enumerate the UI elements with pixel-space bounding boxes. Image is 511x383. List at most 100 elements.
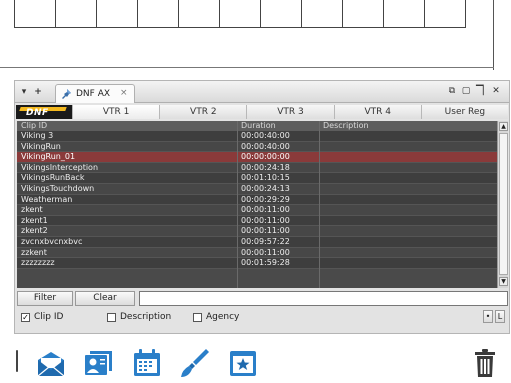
duration-cell: 00:00:11:00	[241, 215, 290, 225]
clip-id-cell: VikingsRunBack	[21, 173, 85, 183]
tab-vtr-2[interactable]: VTR 2	[159, 105, 247, 119]
table-row[interactable]: zkent1 00:00:11:00	[17, 215, 508, 227]
table-row[interactable]: Weatherman 00:00:29:29	[17, 194, 508, 206]
dnf-ax-panel: ▾ + DNF AX × ⧉ ▢ ▔▏ ✕ DNF VTR 1 VTR 2 VT…	[14, 80, 510, 334]
checkbox-box[interactable]: ✓	[21, 312, 30, 322]
brush-icon[interactable]	[178, 346, 212, 380]
column-header-duration[interactable]: Duration	[241, 121, 276, 131]
tab-user-reg[interactable]: User Reg	[420, 105, 509, 119]
filter-input[interactable]	[139, 291, 508, 306]
column-divider	[237, 121, 238, 288]
l-button[interactable]: L	[495, 310, 505, 323]
table-row[interactable]: zvcnxbvcnxbvc 00:09:57:22	[17, 236, 508, 248]
duration-cell: 00:00:40:00	[241, 131, 290, 140]
maximize-window-icon[interactable]: ▢	[461, 86, 471, 96]
people-card-icon[interactable]	[82, 346, 116, 380]
table-row[interactable]: zkent 00:00:11:00	[17, 205, 508, 216]
tab-vtr-4[interactable]: VTR 4	[333, 105, 421, 119]
table-row[interactable]: VikingRun 00:00:40:00	[17, 141, 508, 153]
filter-button[interactable]: Filter	[17, 291, 73, 306]
column-header-description[interactable]: Description	[323, 121, 369, 131]
clip-id-cell: VikingsInterception	[21, 162, 99, 172]
table-row[interactable]: Viking 3 00:00:40:00	[17, 131, 508, 142]
trash-icon[interactable]	[468, 346, 502, 380]
clear-button[interactable]: Clear	[75, 291, 135, 306]
background-divider	[0, 67, 494, 68]
clip-id-cell: VikingsTouchdown	[21, 183, 95, 193]
tab-vtr-1[interactable]: VTR 1	[72, 105, 160, 119]
grid-cell	[138, 0, 179, 27]
pin-icon	[62, 89, 71, 99]
agency-checkbox[interactable]: Agency	[193, 311, 239, 323]
logo-text: DNF	[26, 108, 49, 118]
duration-cell: 00:09:57:22	[241, 236, 290, 246]
duration-cell: 00:00:11:00	[241, 247, 290, 257]
close-window-icon[interactable]: ✕	[491, 86, 501, 96]
duration-cell: 00:00:11:00	[241, 205, 290, 215]
detach-window-icon[interactable]: ⧉	[447, 86, 457, 96]
vertical-scrollbar[interactable]: ▲ ▼	[497, 121, 508, 288]
menu-arrow-icon[interactable]: ▾	[19, 87, 29, 97]
checkbox-label: Clip ID	[34, 312, 64, 322]
table-row[interactable]: VikingsTouchdown 00:00:24:13	[17, 183, 508, 195]
clip-id-cell: Weatherman	[21, 194, 73, 204]
tab-title: DNF AX	[76, 89, 111, 99]
dnf-logo: DNF	[16, 105, 72, 119]
column-header-row: Clip ID Duration Description	[17, 121, 508, 131]
clip-id-cell: zkent2	[21, 226, 48, 236]
scroll-thumb[interactable]	[499, 133, 508, 275]
grid-cell	[15, 0, 56, 27]
clip-id-cell: zzzzzzzz	[21, 258, 55, 268]
table-row[interactable]: zzzzzzzz 00:01:59:28	[17, 258, 508, 269]
grid-cell	[425, 0, 465, 27]
table-row[interactable]: VikingsRunBack 00:01:10:15	[17, 173, 508, 184]
grid-cell	[261, 0, 302, 27]
checkbox-box[interactable]	[107, 312, 116, 322]
tab-close-icon[interactable]: ×	[120, 88, 128, 98]
background-divider	[493, 0, 494, 70]
grid-cell	[384, 0, 425, 27]
filter-row: Filter Clear	[17, 291, 508, 306]
grid-cell	[302, 0, 343, 27]
column-header-clip-id[interactable]: Clip ID	[21, 121, 47, 131]
calendar-icon[interactable]	[130, 346, 164, 380]
panel-tab-bar: ▾ + DNF AX × ⧉ ▢ ▔▏ ✕	[15, 81, 509, 103]
table-row[interactable]: VikingsInterception 00:00:24:18	[17, 162, 508, 174]
duration-cell: 00:00:40:00	[241, 141, 290, 151]
table-row[interactable]: zzkent 00:00:11:00	[17, 247, 508, 259]
description-checkbox[interactable]: Description	[107, 311, 171, 323]
checkbox-label: Description	[120, 312, 172, 322]
grid-cell	[220, 0, 261, 27]
clip-id-cell: Viking 3	[21, 131, 54, 140]
add-tab-button[interactable]: +	[33, 87, 43, 97]
duration-cell: 00:00:29:29	[241, 194, 290, 204]
table-row[interactable]: zkent2 00:00:11:00	[17, 226, 508, 237]
duration-cell: 00:00:00:00	[241, 152, 290, 162]
filter-options-row: ✓ Clip ID Description Agency • L	[17, 310, 508, 324]
checkbox-box[interactable]	[193, 312, 202, 322]
clip-id-cell: VikingRun_01	[21, 152, 76, 162]
dot-button[interactable]: •	[483, 310, 493, 323]
duration-cell: 00:00:24:18	[241, 162, 290, 172]
grid-cell	[97, 0, 138, 27]
clip-id-cell: zkent	[21, 205, 43, 215]
mail-icon[interactable]	[34, 346, 68, 380]
background-grid	[14, 0, 466, 28]
taskbar	[0, 342, 511, 383]
scroll-down-button[interactable]: ▼	[499, 277, 508, 286]
scroll-up-button[interactable]: ▲	[499, 122, 508, 131]
clip-id-cell: zvcnxbvcnxbvc	[21, 236, 83, 246]
vtr-tab-row: DNF VTR 1 VTR 2 VTR 3 VTR 4 User Reg	[16, 105, 509, 119]
grid-cell	[343, 0, 384, 27]
tab-dnf-ax[interactable]: DNF AX ×	[55, 84, 135, 103]
taskbar-divider	[16, 350, 18, 372]
minimize-window-icon[interactable]: ▔▏	[476, 86, 490, 96]
star-window-icon[interactable]	[226, 346, 260, 380]
clip-id-checkbox[interactable]: ✓ Clip ID	[21, 311, 63, 323]
duration-cell: 00:01:59:28	[241, 258, 290, 268]
tab-vtr-3[interactable]: VTR 3	[246, 105, 334, 119]
clip-list[interactable]: Clip ID Duration Description Viking 3 00:…	[17, 121, 508, 288]
duration-cell: 00:00:11:00	[241, 226, 290, 236]
table-row[interactable]: VikingRun_01 00:00:00:00	[17, 152, 508, 163]
column-divider	[319, 121, 320, 288]
